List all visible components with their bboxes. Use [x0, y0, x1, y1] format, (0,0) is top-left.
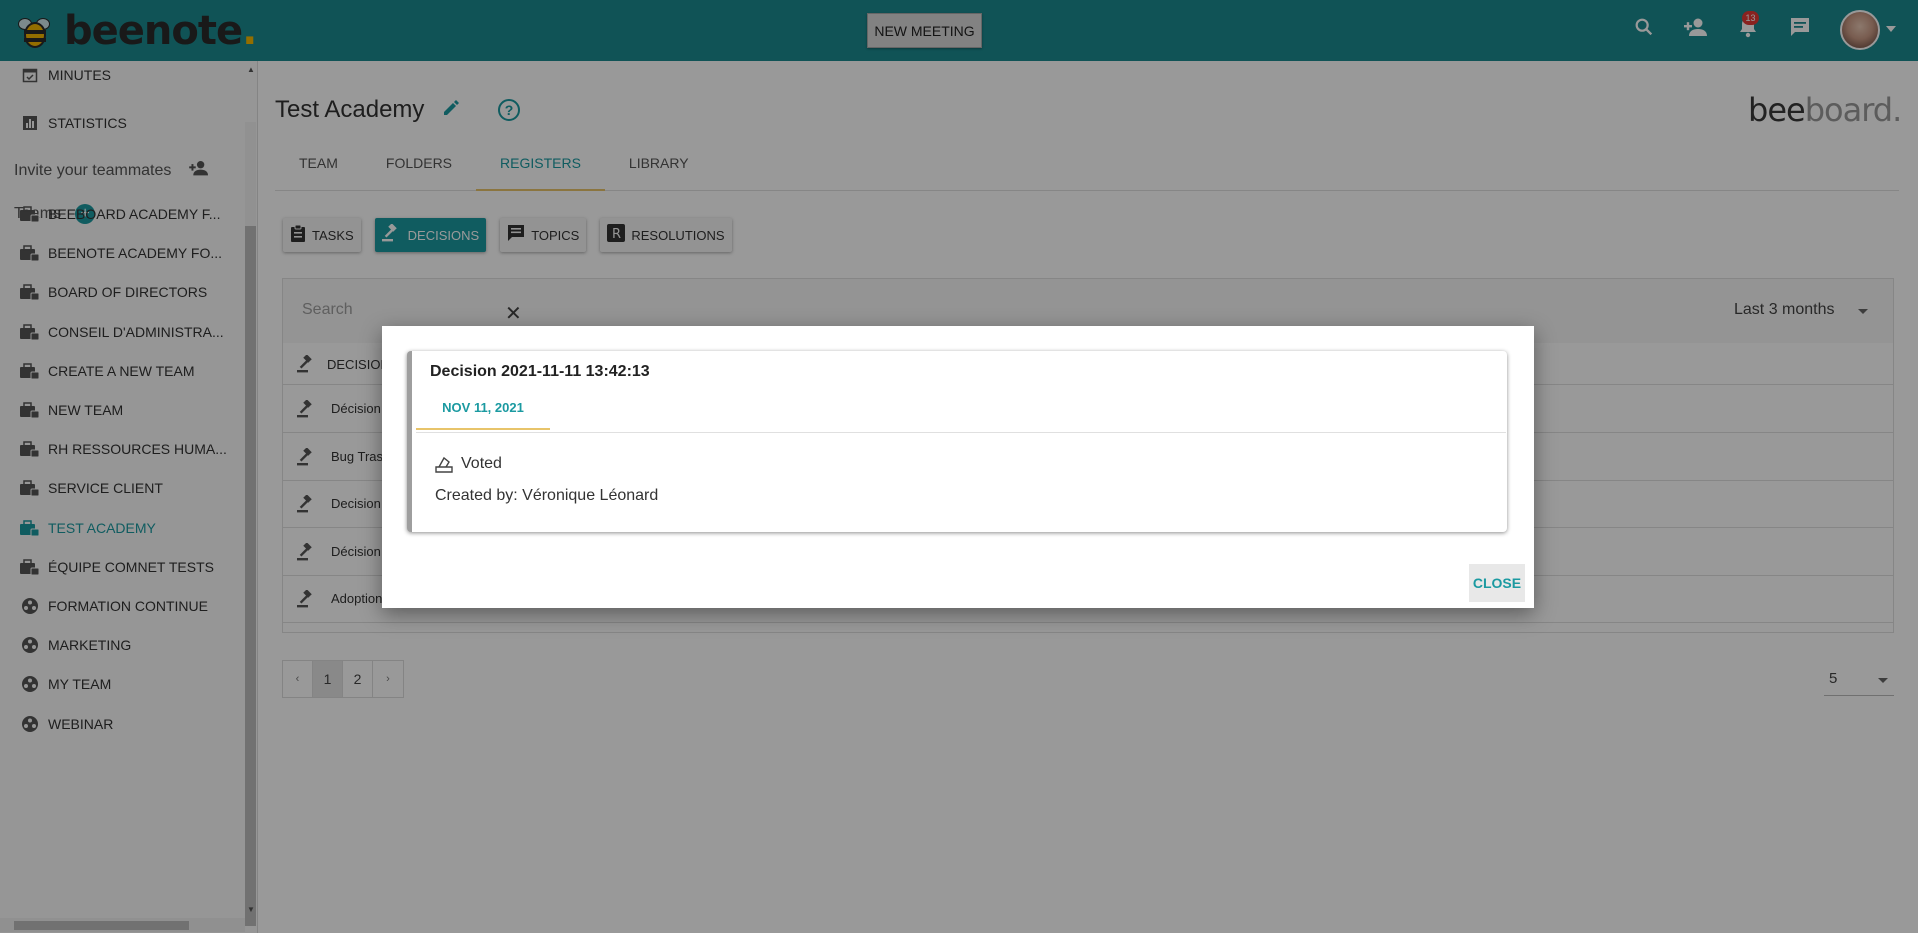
- decision-card: Decision 2021-11-11 13:42:13 NOV 11, 202…: [407, 351, 1507, 532]
- status-label: Voted: [461, 455, 502, 472]
- close-button[interactable]: CLOSE: [1469, 564, 1525, 602]
- ballot-vote-icon: [435, 455, 453, 473]
- divider: [416, 432, 1506, 433]
- tab-date[interactable]: NOV 11, 2021: [416, 394, 550, 430]
- created-by: Created by: Véronique Léonard: [435, 487, 659, 504]
- decision-title: Decision 2021-11-11 13:42:13: [430, 363, 650, 380]
- decision-status: Voted: [435, 455, 502, 473]
- decision-dialog: Decision 2021-11-11 13:42:13 NOV 11, 202…: [382, 326, 1534, 608]
